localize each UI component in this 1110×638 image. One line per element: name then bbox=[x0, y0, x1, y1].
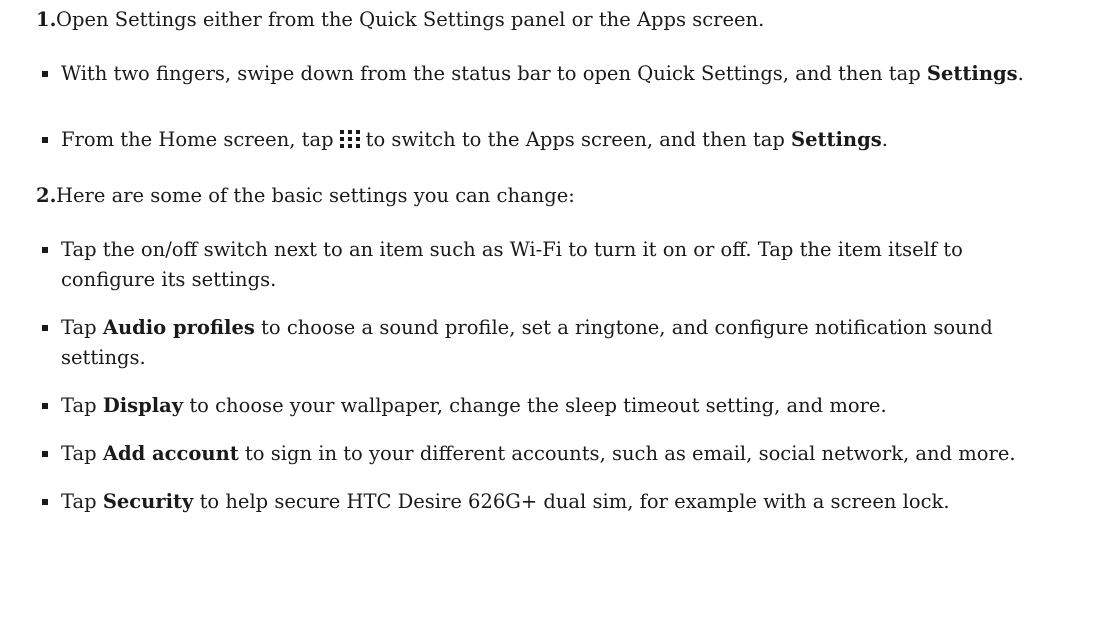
item-text: Tap bbox=[61, 442, 103, 465]
bullet bbox=[42, 325, 48, 331]
step-text: Here are some of the basic settings you … bbox=[56, 184, 575, 207]
item-text: From the Home screen, tap bbox=[61, 128, 334, 151]
list-item: Tap Security to help secure HTC Desire 6… bbox=[0, 487, 1061, 517]
step-1: 1. Open Settings either from the Quick S… bbox=[0, 5, 1110, 35]
item-text-mid: to switch to the Apps screen, and then t… bbox=[365, 128, 791, 151]
list-item: Tap Add account to sign in to your diffe… bbox=[0, 439, 1061, 469]
bullet bbox=[42, 247, 48, 253]
bullet bbox=[42, 71, 48, 77]
item-text-end: to choose your wallpaper, change the sle… bbox=[183, 394, 887, 417]
apps-grid-icon bbox=[339, 130, 360, 148]
step-number: 2. bbox=[36, 184, 57, 207]
item-bold-text: Security bbox=[102, 490, 194, 513]
item-text-end: to sign in to your different accounts, s… bbox=[238, 442, 1016, 465]
item-text: Tap bbox=[61, 316, 103, 339]
bullet bbox=[42, 499, 48, 505]
item-text-end: to help secure HTC Desire 626G+ dual sim… bbox=[193, 490, 950, 513]
step-2-sublist: Tap the on/off switch next to an item su… bbox=[0, 235, 1086, 517]
bullet bbox=[42, 403, 48, 409]
list-item: From the Home screen, tap to switch to th… bbox=[0, 125, 1062, 155]
item-bold-text: Audio profiles bbox=[102, 316, 255, 339]
item-text: Tap bbox=[61, 394, 103, 417]
step-2: 2. Here are some of the basic settings y… bbox=[0, 181, 1110, 211]
item-text: Tap bbox=[61, 490, 103, 513]
list-item: With two fingers, swipe down from the st… bbox=[0, 59, 1061, 119]
item-text-end: . bbox=[881, 128, 888, 151]
list-item: Tap the on/off switch next to an item su… bbox=[0, 235, 1061, 295]
bullet bbox=[42, 451, 48, 457]
item-bold-text: Display bbox=[102, 394, 184, 417]
item-bold-text: Add account bbox=[102, 442, 239, 465]
item-bold-text: Settings bbox=[791, 128, 882, 151]
list-item: Tap Audio profiles to choose a sound pro… bbox=[0, 313, 1061, 373]
bullet bbox=[42, 137, 48, 143]
step-number: 1. bbox=[36, 8, 57, 31]
item-text-end: . bbox=[1017, 62, 1024, 85]
item-text: Tap the on/off switch next to an item su… bbox=[61, 238, 963, 291]
list-item: Tap Display to choose your wallpaper, ch… bbox=[0, 391, 1061, 421]
item-bold-text: Settings bbox=[926, 62, 1018, 85]
step-1-sublist: With two fingers, swipe down from the st… bbox=[0, 59, 1086, 155]
item-text: With two fingers, swipe down from the st… bbox=[61, 62, 927, 85]
step-text: Open Settings either from the Quick Sett… bbox=[56, 8, 765, 31]
